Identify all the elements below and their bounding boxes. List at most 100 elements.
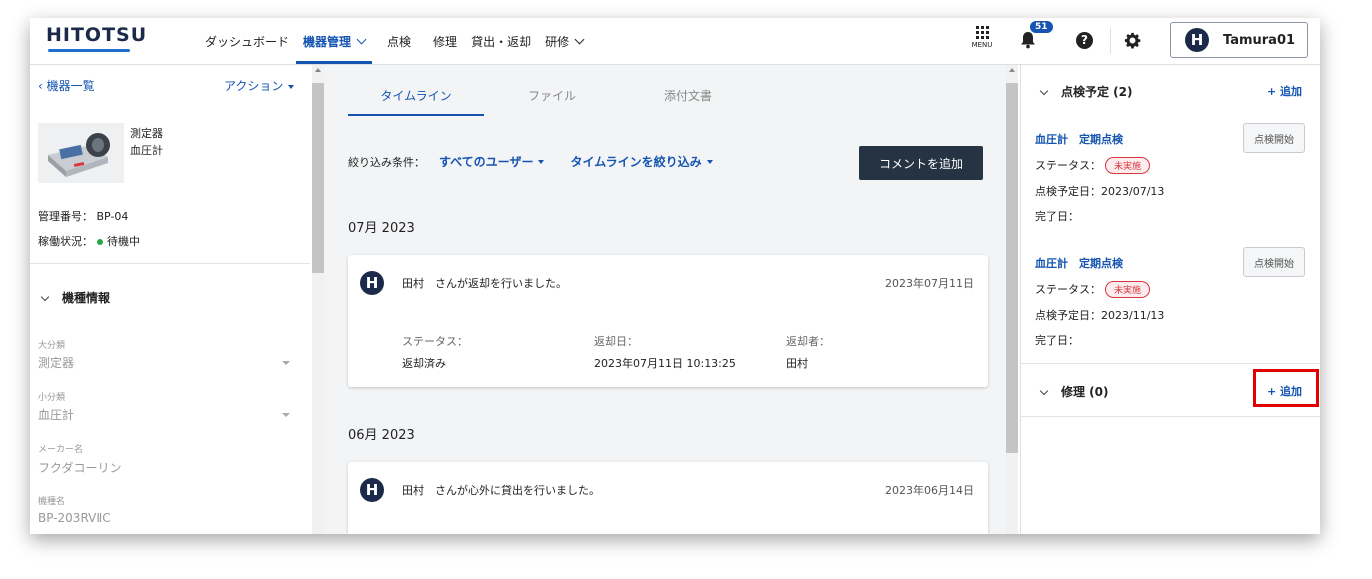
nav-label: ダッシュボード	[205, 34, 290, 49]
main-nav: ダッシュボード 機器管理 点検 修理 貸出・返却 研修	[198, 18, 590, 64]
user-name: Tamura01	[1223, 32, 1296, 48]
inspection-title-link[interactable]: 血圧計 定期点検	[1035, 255, 1123, 271]
major-category-select[interactable]: 測定器	[38, 354, 74, 371]
chevron-down-icon	[356, 34, 367, 44]
entry-returner-column: 返却者： 田村	[786, 333, 830, 371]
month-heading: 07月 2023	[348, 221, 415, 236]
inspection-completed-date: 完了日：	[1035, 210, 1079, 223]
manufacturer-field[interactable]: フクダコーリン	[38, 459, 122, 476]
nav-training[interactable]: 研修	[538, 18, 590, 64]
tab-timeline[interactable]: タイムライン	[348, 87, 484, 116]
back-to-list-link[interactable]: ‹ 機器一覧	[38, 77, 95, 94]
column-value: 2023年07月11日 10:13:25	[594, 357, 736, 370]
tab-bar: タイムライン ファイル 添付文書	[348, 87, 756, 116]
nav-repair[interactable]: 修理	[426, 18, 464, 64]
timeline-entry: H 田村 さんが心外に貸出を行いました。 2023年06月14日	[348, 462, 988, 534]
entry-status-column: ステータス： 返却済み	[402, 333, 468, 371]
operation-status: 稼働状況： 待機中	[38, 233, 140, 249]
add-inspection-link[interactable]: + 追加	[1267, 83, 1302, 99]
filter-timeline-label: タイムラインを絞り込み	[570, 155, 702, 169]
menu-button[interactable]: MENU	[962, 26, 1002, 49]
start-inspection-button[interactable]: 点検開始	[1243, 123, 1305, 153]
menu-label: MENU	[971, 41, 993, 49]
logo: HITOTSU	[46, 24, 148, 46]
caret-down-icon	[706, 159, 713, 164]
logo-underline	[48, 49, 130, 52]
device-detail-panel: ‹ 機器一覧 アクション 測定器 血圧計 管理番号： BP-04 稼働状況： 待機…	[30, 65, 310, 534]
left-scrollbar[interactable]	[312, 65, 324, 534]
inspection-header: 点検予定 (2)	[1061, 85, 1133, 99]
add-comment-button[interactable]: コメントを追加	[859, 146, 983, 180]
nav-inspection[interactable]: 点検	[380, 18, 418, 64]
divider	[1021, 363, 1320, 364]
notification-badge: 51	[1030, 21, 1053, 33]
caret-down-icon	[288, 84, 295, 89]
column-value: 返却済み	[402, 357, 446, 370]
filter-label: 絞り込み条件：	[348, 155, 425, 169]
status-dot-icon	[97, 238, 103, 245]
timeline-panel: タイムライン ファイル 添付文書 絞り込み条件： すべてのユーザー タイムライン…	[324, 65, 1006, 534]
field-label: 機種名	[38, 497, 66, 507]
notification-button[interactable]	[1020, 31, 1036, 53]
top-header: HITOTSU ダッシュボード 機器管理 点検 修理 貸出・返却 研修 MENU…	[30, 18, 1320, 65]
month-heading: 06月 2023	[348, 428, 415, 443]
scroll-up-icon[interactable]	[315, 68, 321, 72]
avatar: H	[360, 271, 384, 295]
timeline-entry: H 田村 さんが返却を行いました。 2023年07月11日 ステータス： 返却済…	[348, 255, 988, 387]
inspection-title-link[interactable]: 血圧計 定期点検	[1035, 131, 1123, 147]
user-menu-button[interactable]: H Tamura01	[1170, 22, 1308, 58]
action-dropdown[interactable]: アクション	[224, 77, 295, 94]
tab-attachments[interactable]: 添付文書	[620, 87, 756, 116]
status-label: ステータス：	[1035, 283, 1101, 296]
management-number: 管理番号： BP-04	[38, 208, 128, 224]
grid-icon	[962, 26, 1002, 39]
device-type: 血圧計	[130, 144, 163, 157]
app-window: HITOTSU ダッシュボード 機器管理 点検 修理 貸出・返却 研修 MENU…	[30, 18, 1320, 534]
caret-down-icon	[282, 361, 290, 365]
chevron-down-icon	[1039, 386, 1049, 396]
field-label: 小分類	[38, 393, 66, 403]
caret-down-icon	[282, 413, 290, 417]
status-label: ステータス：	[1035, 159, 1101, 172]
status-badge: 未実施	[1105, 157, 1151, 174]
chevron-left-icon: ‹	[38, 79, 47, 93]
nav-dashboard[interactable]: ダッシュボード	[198, 18, 296, 64]
blood-pressure-monitor-image	[38, 123, 124, 183]
tab-files[interactable]: ファイル	[484, 87, 620, 116]
schedule-panel: 点検予定 (2) + 追加 血圧計 定期点検 点検開始 ステータス： 未実施 点検…	[1020, 65, 1320, 534]
header-divider	[1110, 28, 1111, 54]
scroll-up-icon[interactable]	[1009, 68, 1015, 72]
device-category: 測定器	[130, 127, 163, 140]
entry-return-date-column: 返却日： 2023年07月11日 10:13:25	[594, 333, 736, 371]
nav-label: 機器管理	[303, 34, 352, 49]
management-label: 管理番号：	[38, 210, 93, 223]
center-scrollbar[interactable]	[1006, 65, 1018, 534]
nav-label: 修理	[433, 34, 458, 49]
chevron-down-icon	[1039, 86, 1049, 96]
repair-section-toggle[interactable]: 修理 (0)	[1039, 383, 1109, 400]
start-inspection-button[interactable]: 点検開始	[1243, 247, 1305, 277]
inspection-completed-date: 完了日：	[1035, 334, 1079, 347]
device-names: 測定器 血圧計	[130, 125, 163, 159]
timeline-filter-dropdown[interactable]: タイムラインを絞り込み	[570, 153, 713, 170]
settings-button[interactable]	[1124, 32, 1141, 53]
gear-icon	[1124, 32, 1141, 49]
scrollbar-thumb[interactable]	[1006, 83, 1018, 453]
divider	[1021, 416, 1320, 417]
nav-lending[interactable]: 貸出・返却	[464, 18, 538, 64]
entry-date: 2023年07月11日	[885, 277, 974, 290]
divider	[30, 263, 310, 264]
inspection-scheduled-date: 点検予定日：2023/07/13	[1035, 185, 1165, 198]
user-filter-dropdown[interactable]: すべてのユーザー	[439, 153, 545, 170]
model-info-toggle[interactable]: 機種情報	[40, 289, 110, 306]
minor-category-select[interactable]: 血圧計	[38, 406, 74, 423]
inspection-section-toggle[interactable]: 点検予定 (2)	[1039, 83, 1133, 100]
model-name-field[interactable]: BP-203RVⅡC	[38, 511, 111, 525]
scrollbar-thumb[interactable]	[312, 83, 324, 273]
help-icon[interactable]: ?	[1076, 32, 1093, 49]
column-value: 田村	[786, 357, 808, 370]
status-value: 待機中	[107, 235, 140, 248]
caret-down-icon	[538, 159, 545, 164]
nav-equipment[interactable]: 機器管理	[296, 18, 373, 64]
device-image	[38, 123, 124, 183]
